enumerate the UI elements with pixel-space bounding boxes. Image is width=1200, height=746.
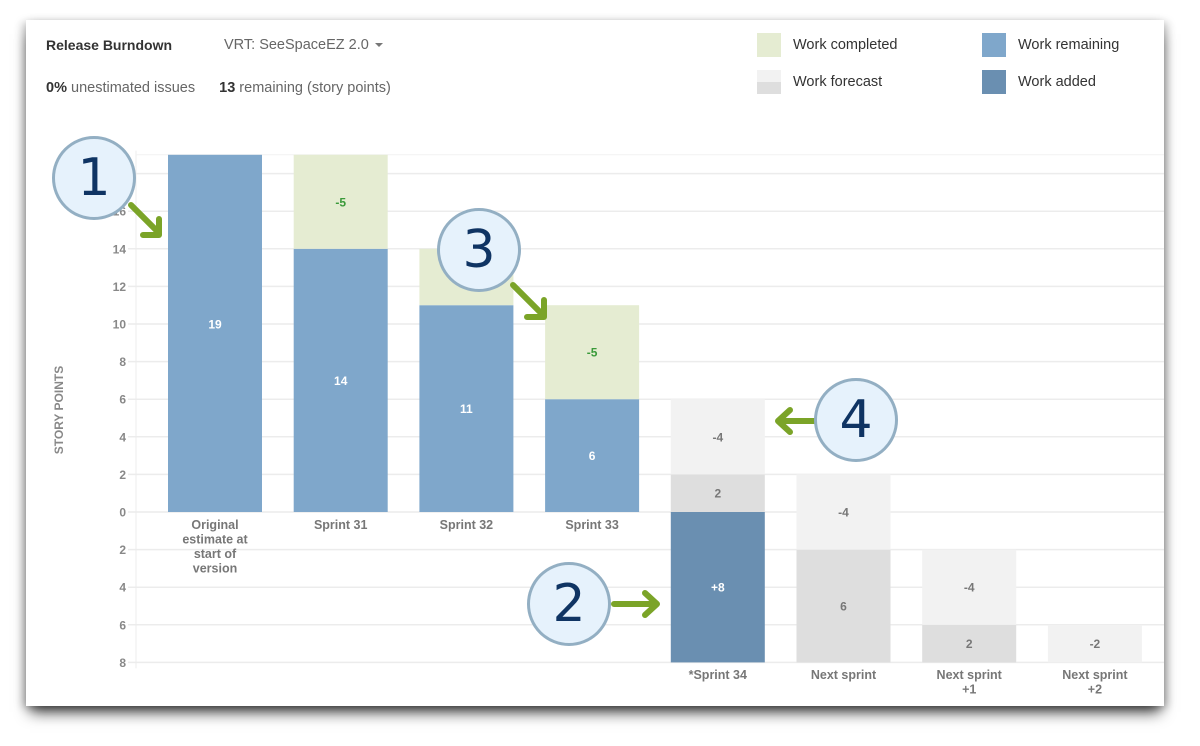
- x-tick-label: *Sprint 34: [689, 668, 747, 682]
- callout-4: 4: [814, 378, 898, 462]
- segment-value-label: -4: [964, 581, 975, 595]
- callout-2: 2: [527, 562, 611, 646]
- segment-value-label: -5: [335, 195, 346, 209]
- x-tick-label: Next sprint: [937, 668, 1003, 682]
- x-tick-label: Original: [191, 518, 238, 532]
- y-tick-label: 6: [119, 393, 126, 407]
- callout-3: 3: [437, 208, 521, 292]
- segment-value-label: 2: [714, 487, 721, 501]
- x-tick-label: Next sprint: [1062, 668, 1128, 682]
- x-tick-label: Sprint 32: [440, 518, 494, 532]
- segment-value-label: -2: [1090, 637, 1101, 651]
- segment-value-label: 2: [966, 637, 973, 651]
- callout-1: 1: [52, 136, 136, 220]
- y-tick-label: 4: [119, 581, 126, 595]
- segment-value-label: +8: [711, 581, 725, 595]
- y-tick-label: 2: [119, 468, 126, 482]
- x-tick-label: Sprint 31: [314, 518, 368, 532]
- bars: [168, 154, 1142, 663]
- arrow-3-icon: [510, 282, 547, 320]
- x-tick-label: +2: [1088, 683, 1102, 697]
- x-tick-label: Sprint 33: [565, 518, 619, 532]
- segment-value-label: 19: [208, 318, 222, 332]
- y-tick-label: 8: [119, 355, 126, 369]
- y-tick-label: 4: [119, 430, 126, 444]
- y-tick-label: 8: [119, 656, 126, 670]
- y-tick-label: 0: [119, 506, 126, 520]
- arrow-1-icon: [128, 202, 162, 238]
- x-tick-label: version: [193, 562, 237, 576]
- arrow-4-icon: [775, 407, 819, 435]
- segment-value-label: -4: [712, 430, 723, 444]
- segment-value-label: 6: [840, 600, 847, 614]
- x-tick-label: +1: [962, 683, 976, 697]
- y-axis-ticks: 1816141210864202468: [113, 167, 127, 670]
- x-tick-label: start of: [194, 547, 237, 561]
- y-tick-label: 2: [119, 543, 126, 557]
- y-axis-label: STORY POINTS: [52, 366, 66, 454]
- x-tick-label: Next sprint: [811, 668, 877, 682]
- segment-value-label: 14: [334, 374, 348, 388]
- y-tick-label: 12: [113, 280, 127, 294]
- y-tick-label: 6: [119, 618, 126, 632]
- segment-value-label: 6: [589, 449, 596, 463]
- segment-value-label: 11: [460, 402, 473, 416]
- y-tick-label: 14: [113, 242, 127, 256]
- burndown-chart: 1816141210864202468 1914-5116-5+82-46-42…: [52, 150, 1164, 697]
- bar-segment-remaining: [168, 154, 262, 513]
- arrow-2-icon: [611, 590, 660, 618]
- segment-value-label: -5: [587, 346, 598, 360]
- segment-value-label: -4: [838, 506, 849, 520]
- y-tick-label: 10: [113, 318, 127, 332]
- x-tick-label: estimate at: [182, 533, 248, 547]
